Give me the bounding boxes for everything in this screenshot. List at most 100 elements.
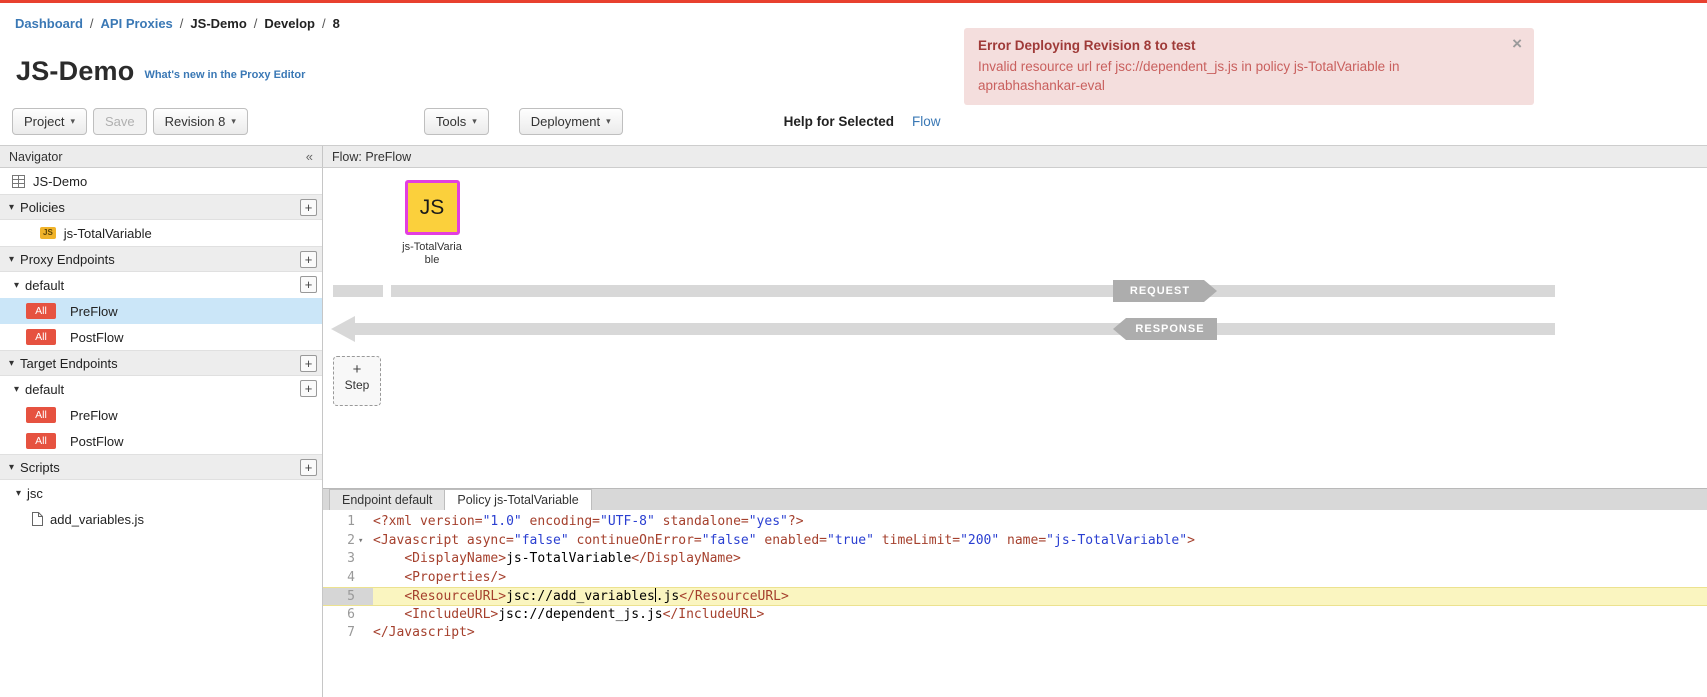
code-token: <ResourceURL> [404, 589, 506, 604]
navigator-section-scripts[interactable]: ▾Scripts+ [0, 454, 322, 480]
code-token: js-TotalVariable [506, 551, 631, 566]
navigator-section-target-endpoints[interactable]: ▾Target Endpoints+ [0, 350, 322, 376]
code-token: standalone= [655, 514, 749, 529]
add-button-target-endpoints[interactable]: + [300, 355, 317, 372]
code-text: <Javascript async="false" continueOnErro… [373, 532, 1707, 551]
project-button[interactable]: Project ▾ [12, 108, 87, 135]
breadcrumb-item-develop[interactable]: Develop [264, 16, 315, 31]
code-line-2[interactable]: 2▾<Javascript async="false" continueOnEr… [323, 532, 1707, 551]
nav-item-label: PostFlow [70, 330, 123, 345]
whats-new-link[interactable]: What's new in the Proxy Editor [144, 69, 305, 81]
breadcrumb-item-js-demo[interactable]: JS-Demo [190, 16, 246, 31]
navigator-item-default[interactable]: ▾default+ [0, 376, 322, 402]
gutter: 3 [323, 550, 373, 569]
add-step-button[interactable]: + Step [333, 356, 381, 406]
navigator-item-jsc[interactable]: ▾jsc [0, 480, 322, 506]
code-editor[interactable]: 1<?xml version="1.0" encoding="UTF-8" st… [323, 510, 1707, 697]
add-button-default[interactable]: + [300, 380, 317, 397]
navigator-section-policies[interactable]: ▾Policies+ [0, 194, 322, 220]
add-button-scripts[interactable]: + [300, 459, 317, 476]
breadcrumb-separator: / [322, 16, 326, 31]
navigator-item-js-demo[interactable]: JS-Demo [0, 168, 322, 194]
revision-button[interactable]: Revision 8 ▾ [153, 108, 248, 135]
tools-button[interactable]: Tools ▾ [424, 108, 489, 135]
navigator-item-default[interactable]: ▾ default + [0, 272, 322, 298]
code-tab-bar: Endpoint defaultPolicy js-TotalVariable [323, 488, 1707, 510]
gutter: 6 [323, 606, 373, 625]
code-token: enabled= [757, 533, 827, 548]
nav-item-label: default [25, 278, 64, 293]
code-token: jsc://add_variables [506, 589, 655, 604]
code-line-3[interactable]: 3 <DisplayName>js-TotalVariable</Display… [323, 550, 1707, 569]
chevron-down-icon: ▾ [606, 116, 611, 127]
nav-item-label: add_variables.js [50, 512, 144, 527]
close-icon[interactable]: × [1512, 34, 1522, 54]
proxy-icon [12, 175, 25, 188]
code-token: .js [656, 589, 679, 604]
line-number: 4 [323, 569, 355, 588]
navigator-item-add-variables-js[interactable]: add_variables.js [0, 506, 322, 532]
javascript-policy-icon[interactable]: JS [405, 180, 460, 235]
code-token: name= [999, 533, 1046, 548]
code-token [373, 551, 404, 566]
code-token: timeLimit= [874, 533, 960, 548]
policy-node-js-totalvariable[interactable]: JS js-TotalVariable [401, 180, 463, 267]
all-badge: All [26, 303, 56, 319]
page-title: JS-Demo [16, 56, 134, 87]
navigator-item-postflow[interactable]: AllPostFlow [0, 428, 322, 454]
flow-help-link[interactable]: Flow [912, 114, 941, 129]
nav-item-label: PreFlow [70, 304, 118, 319]
navigator-item-postflow[interactable]: All PostFlow [0, 324, 322, 350]
all-badge: All [26, 407, 56, 423]
tools-button-label: Tools [436, 114, 466, 129]
chevron-down-icon: ▾ [9, 462, 14, 473]
code-line-5[interactable]: 5 <ResourceURL>jsc://add_variables.js</R… [323, 587, 1707, 606]
code-line-1[interactable]: 1<?xml version="1.0" encoding="UTF-8" st… [323, 513, 1707, 532]
deployment-button[interactable]: Deployment ▾ [519, 108, 623, 135]
policy-node-label: js-TotalVariable [401, 241, 463, 267]
code-token [373, 589, 404, 604]
chevron-down-icon: ▾ [14, 280, 19, 291]
tab-endpoint-default[interactable]: Endpoint default [329, 489, 445, 510]
code-line-6[interactable]: 6 <IncludeURL>jsc://dependent_js.js</Inc… [323, 606, 1707, 625]
code-token: <Javascript [373, 533, 467, 548]
save-button[interactable]: Save [93, 108, 147, 135]
nav-item-label: default [25, 382, 64, 397]
nav-item-label: Target Endpoints [20, 356, 118, 371]
breadcrumb-item-api-proxies[interactable]: API Proxies [101, 16, 173, 31]
gutter: 1 [323, 513, 373, 532]
chevron-down-icon: ▾ [9, 254, 14, 265]
navigator-item-preflow[interactable]: AllPreFlow [0, 402, 322, 428]
nav-item-label: js-TotalVariable [64, 226, 152, 241]
navigator-item-preflow[interactable]: All PreFlow [0, 298, 322, 324]
code-text: <?xml version="1.0" encoding="UTF-8" sta… [373, 513, 1707, 532]
code-line-7[interactable]: 7</Javascript> [323, 624, 1707, 643]
all-badge: All [26, 433, 56, 449]
collapse-navigator-button[interactable]: « [306, 149, 313, 164]
navigator-panel: JS-Demo▾Policies+JSjs-TotalVariable▾Prox… [0, 168, 323, 697]
add-button-policies[interactable]: + [300, 199, 317, 216]
flow-canvas: JS js-TotalVariable REQUEST RESPONSE + S… [323, 168, 1707, 488]
project-button-label: Project [24, 114, 64, 129]
line-number: 2 [323, 532, 355, 551]
add-step-button-label: Step [334, 378, 380, 392]
flow-panel-header: Flow: PreFlow [323, 146, 1707, 167]
breadcrumb-item-8[interactable]: 8 [333, 16, 340, 31]
breadcrumb-separator: / [254, 16, 258, 31]
code-token: </DisplayName> [631, 551, 741, 566]
tab-policy-js-totalvariable[interactable]: Policy js-TotalVariable [444, 489, 591, 510]
code-token: "yes" [749, 514, 788, 529]
add-button-proxy-endpoints[interactable]: + [300, 251, 317, 268]
gutter: 2▾ [323, 532, 373, 551]
code-token: ?> [788, 514, 804, 529]
navigator-item-js-totalvariable[interactable]: JSjs-TotalVariable [0, 220, 322, 246]
code-token: <DisplayName> [404, 551, 506, 566]
panel-headers: Navigator « Flow: PreFlow [0, 145, 1707, 168]
breadcrumb-item-dashboard[interactable]: Dashboard [15, 16, 83, 31]
line-number: 5 [323, 588, 355, 605]
add-button-default[interactable]: + [300, 276, 317, 293]
fold-icon[interactable]: ▾ [358, 532, 363, 551]
all-badge: All [26, 329, 56, 345]
navigator-section-proxy-endpoints[interactable]: ▾Proxy Endpoints+ [0, 246, 322, 272]
code-line-4[interactable]: 4 <Properties/> [323, 569, 1707, 588]
